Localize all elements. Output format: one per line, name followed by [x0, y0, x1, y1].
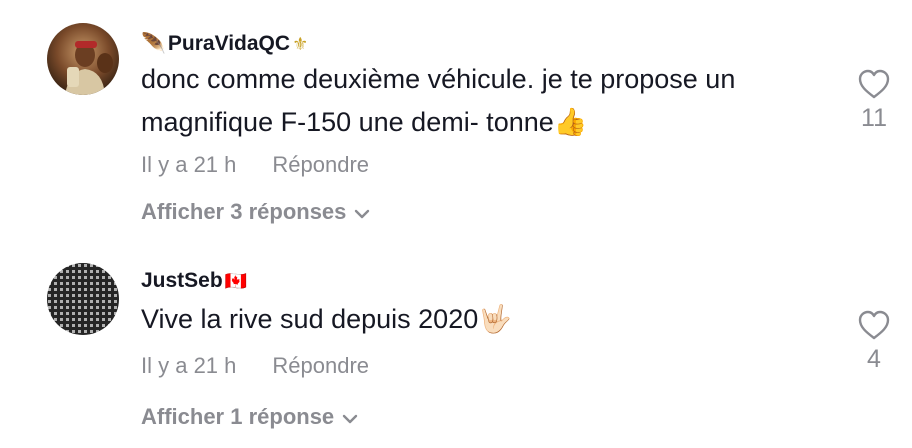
- reply-button[interactable]: Répondre: [272, 152, 369, 177]
- chevron-down-icon: [342, 405, 358, 431]
- avatar[interactable]: [47, 23, 119, 95]
- timestamp: Il y a 21 h: [141, 152, 237, 177]
- view-replies-label: Afficher 3 réponses: [141, 199, 347, 224]
- view-replies-button[interactable]: Afficher 3 réponses: [141, 199, 370, 226]
- heart-outline-icon: [848, 309, 900, 341]
- timestamp: Il y a 21 h: [141, 353, 237, 378]
- comment-meta: Il y a 21 h Répondre: [141, 353, 369, 379]
- username-label: PuraVidaQC: [167, 32, 291, 55]
- like-count: 4: [867, 345, 881, 373]
- fleur-de-lis-icon: ⚜: [292, 34, 309, 54]
- canada-flag-icon: 🇨🇦: [224, 271, 248, 291]
- reply-button[interactable]: Répondre: [272, 353, 369, 378]
- avatar-image: [47, 263, 119, 335]
- username[interactable]: 🪶PuraVidaQC ⚜: [141, 31, 308, 56]
- like-button[interactable]: 11: [848, 68, 900, 133]
- like-count: 11: [861, 104, 887, 132]
- username-label: JustSeb: [141, 269, 223, 292]
- comment-meta: Il y a 21 h Répondre: [141, 152, 369, 178]
- heart-outline-icon: [848, 68, 900, 100]
- view-replies-button[interactable]: Afficher 1 réponse: [141, 404, 358, 431]
- avatar[interactable]: [47, 263, 119, 335]
- view-replies-label: Afficher 1 réponse: [141, 404, 335, 429]
- avatar-image: [47, 23, 119, 95]
- comment-text: donc comme deuxième véhicule. je te prop…: [141, 64, 736, 137]
- comment-text: Vive la rive sud depuis 2020🤟🏻: [141, 304, 512, 334]
- username[interactable]: JustSeb 🇨🇦: [141, 269, 247, 293]
- like-button[interactable]: 4: [848, 309, 900, 374]
- chevron-down-icon: [354, 200, 370, 226]
- feather-icon: 🪶: [141, 33, 166, 55]
